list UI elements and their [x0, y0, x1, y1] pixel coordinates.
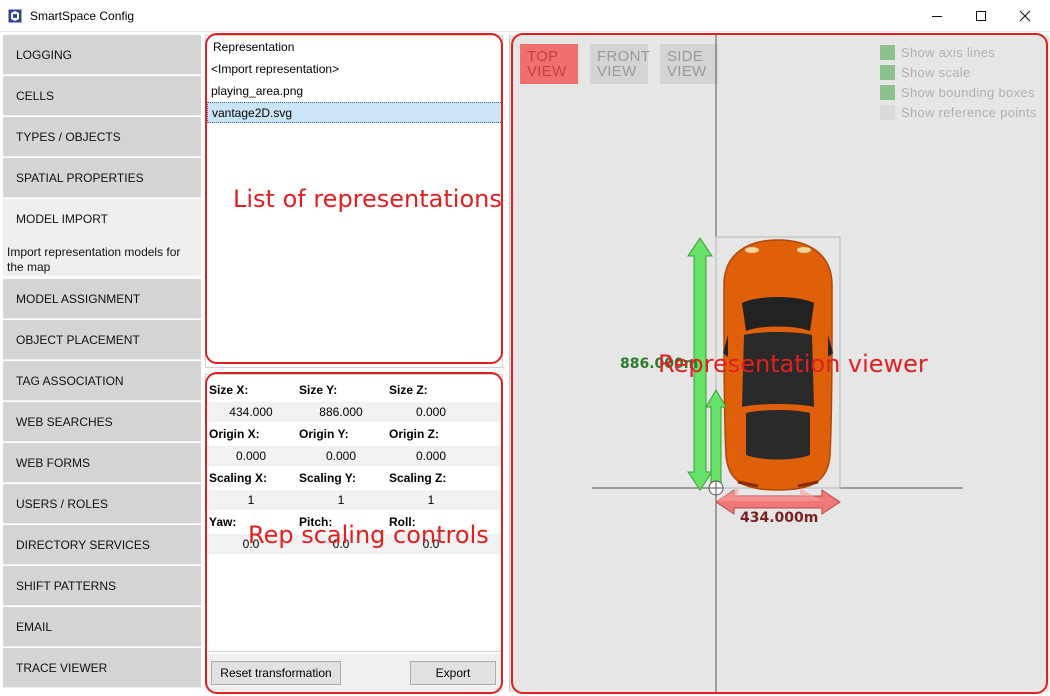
export-button[interactable]: Export [410, 661, 496, 685]
size-x-label: Size X: [209, 383, 249, 397]
window-title: SmartSpace Config [30, 9, 135, 23]
size-x-field[interactable]: 434.000 [209, 405, 293, 419]
sidebar-item-users-roles[interactable]: USERS / ROLES [3, 484, 201, 524]
scaling-z-label: Scaling Z: [389, 471, 447, 485]
width-readout: 434.000m [740, 510, 818, 526]
sidebar-item-shift-patterns[interactable]: SHIFT PATTERNS [3, 566, 201, 606]
scaling-z-field[interactable]: 1 [389, 493, 473, 507]
viewer-canvas: 886.000m 434.000m [592, 35, 963, 692]
origin-x-label: Origin X: [209, 427, 260, 441]
representation-viewer[interactable]: TOP VIEW FRONT VIEW SIDE VIEW Show axis lin… [509, 35, 1049, 692]
sidebar-item-web-forms[interactable]: WEB FORMS [3, 443, 201, 483]
sidebar-item-spatial-properties[interactable]: SPATIAL PROPERTIES [3, 158, 201, 198]
size-z-field[interactable]: 0.000 [389, 405, 473, 419]
list-header: Representation [213, 40, 295, 54]
sidebar-item-model-assignment[interactable]: MODEL ASSIGNMENT [3, 279, 201, 319]
sidebar-item-email[interactable]: EMAIL [3, 607, 201, 647]
representation-list: Representation <Import representation> p… [205, 35, 503, 368]
yaw-label: Yaw: [209, 515, 237, 529]
maximize-icon [976, 11, 986, 21]
reset-transformation-button[interactable]: Reset transformation [211, 661, 341, 685]
height-readout: 886.000m [620, 356, 698, 372]
origin-marker-icon [708, 480, 724, 496]
sidebar-item-object-placement[interactable]: OBJECT PLACEMENT [3, 320, 201, 360]
sidebar-item-tag-association[interactable]: TAG ASSOCIATION [3, 361, 201, 401]
scaling-y-field[interactable]: 1 [299, 493, 383, 507]
car-model [723, 239, 833, 491]
origin-y-label: Origin Y: [299, 427, 349, 441]
roll-label: Roll: [389, 515, 416, 529]
list-item-playing-area[interactable]: playing_area.png [207, 80, 503, 101]
list-item-vantage2d[interactable]: vantage2D.svg [207, 102, 503, 123]
title-bar: SmartSpace Config [0, 0, 1050, 32]
maximize-button[interactable] [958, 0, 1004, 32]
origin-x-field[interactable]: 0.000 [209, 449, 293, 463]
sidebar-item-model-import[interactable]: MODEL IMPORT [3, 199, 201, 239]
sidebar-item-types-objects[interactable]: TYPES / OBJECTS [3, 117, 201, 157]
sidebar-item-directory-services[interactable]: DIRECTORY SERVICES [3, 525, 201, 565]
size-z-label: Size Z: [389, 383, 428, 397]
pitch-field[interactable]: 0.0 [299, 537, 383, 551]
pitch-label: Pitch: [299, 515, 333, 529]
origin-y-field[interactable]: 0.000 [299, 449, 383, 463]
scaling-x-field[interactable]: 1 [209, 493, 293, 507]
sidebar-nav: LOGGING CELLS TYPES / OBJECTS SPATIAL PR… [3, 35, 201, 692]
origin-z-label: Origin Z: [389, 427, 439, 441]
minimize-icon [932, 15, 942, 17]
minimize-button[interactable] [914, 0, 960, 32]
sidebar-item-logging[interactable]: LOGGING [3, 35, 201, 75]
yaw-field[interactable]: 0.0 [209, 537, 293, 551]
origin-z-field[interactable]: 0.000 [389, 449, 473, 463]
list-item-import[interactable]: <Import representation> [207, 58, 503, 79]
scaling-controls-panel: Size X: Size Y: Size Z: 434.000 886.000 … [205, 374, 503, 652]
app-icon [8, 9, 22, 23]
scaling-x-label: Scaling X: [209, 471, 268, 485]
size-y-label: Size Y: [299, 383, 338, 397]
sidebar-item-description: Import representation models for the map [3, 239, 201, 276]
scaling-y-label: Scaling Y: [299, 471, 356, 485]
size-y-field[interactable]: 886.000 [299, 405, 383, 419]
sidebar-item-trace-viewer[interactable]: TRACE VIEWER [3, 648, 201, 688]
close-button[interactable] [1002, 0, 1048, 32]
scaling-button-bar: Reset transformation Export [205, 654, 503, 692]
sidebar-item-web-searches[interactable]: WEB SEARCHES [3, 402, 201, 442]
roll-field[interactable]: 0.0 [389, 537, 473, 551]
sidebar-item-cells[interactable]: CELLS [3, 76, 201, 116]
close-icon [1019, 10, 1031, 22]
